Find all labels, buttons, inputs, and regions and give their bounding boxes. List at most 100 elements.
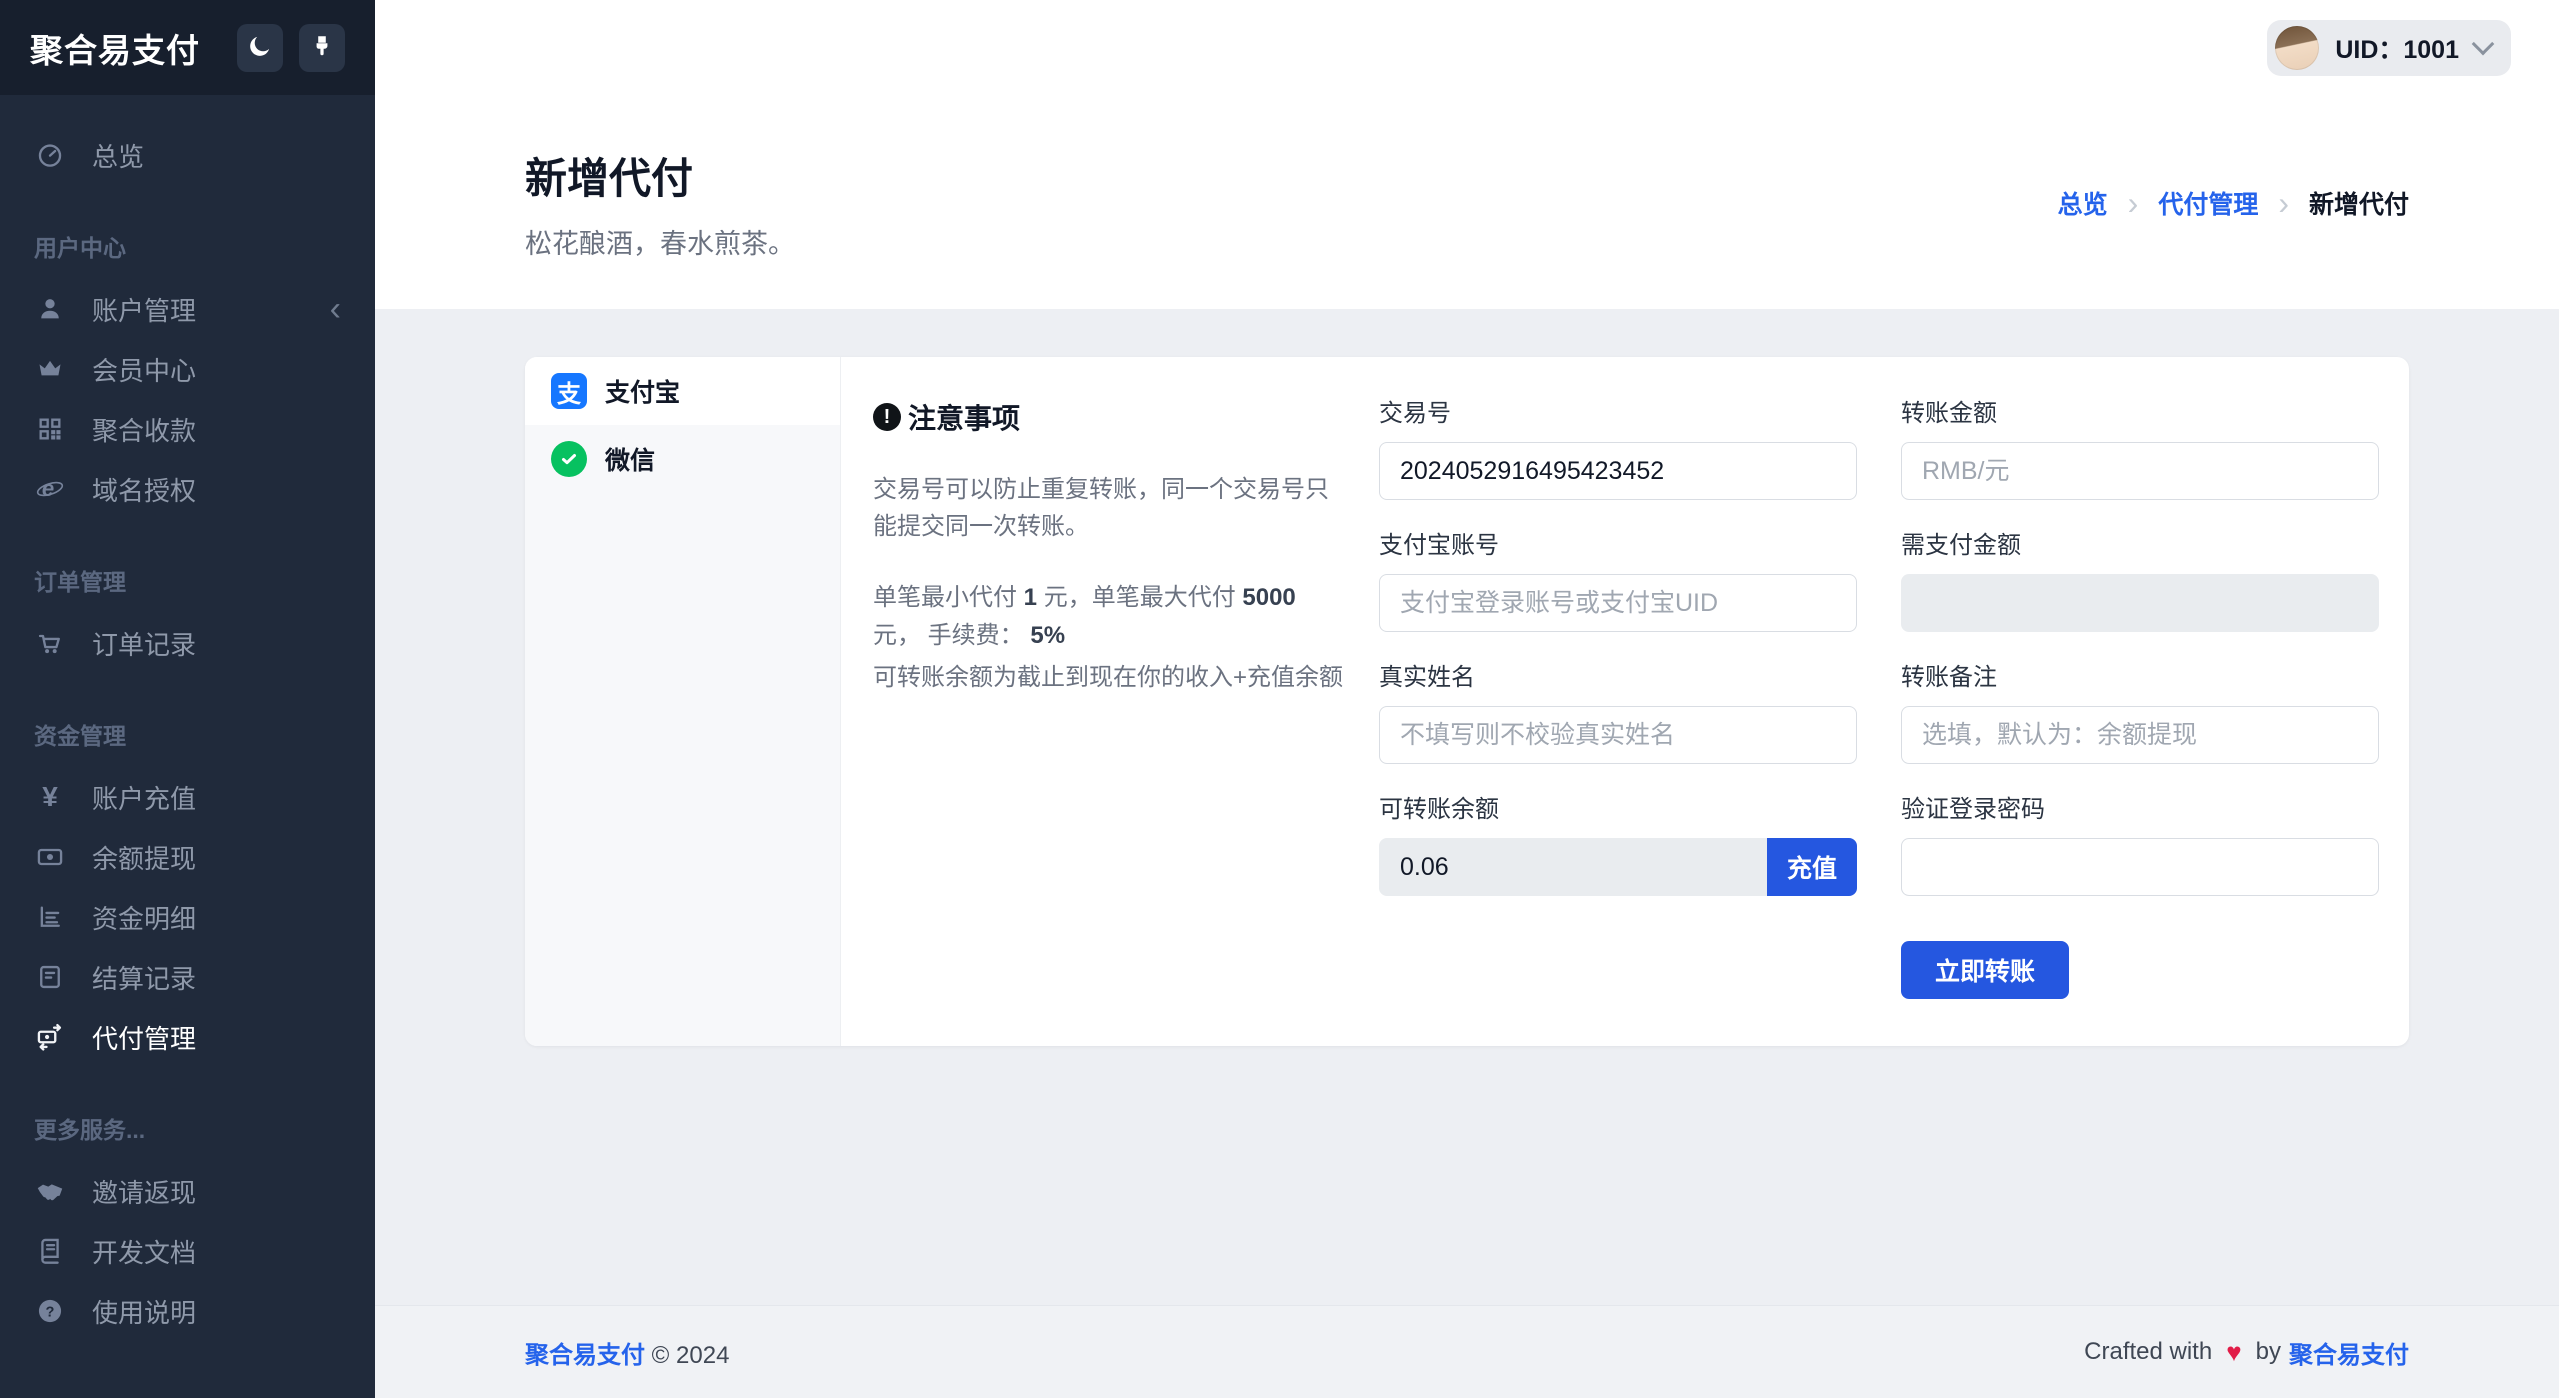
notice-title: ! 注意事项: [873, 397, 1343, 437]
alipay-account-field-group: 支付宝账号: [1379, 525, 1857, 632]
amount-label: 转账金额: [1901, 393, 2379, 428]
question-icon: ?: [34, 1295, 66, 1327]
sidebar-item-overview[interactable]: 总览: [0, 125, 375, 185]
page-header: 新增代付 松花酿酒，春水煎茶。 总览 › 代付管理 › 新增代付: [375, 95, 2559, 309]
real-name-field-group: 真实姓名: [1379, 657, 1857, 764]
card-body: ! 注意事项 交易号可以防止重复转账，同一个交易号只能提交同一次转账。 单笔最小…: [841, 357, 2409, 1046]
sidebar-item-domain-authorization[interactable]: e 域名授权: [0, 459, 375, 519]
alipay-account-input[interactable]: [1379, 574, 1857, 632]
theme-brush-button[interactable]: [299, 24, 345, 72]
trade-number-field-group: 交易号: [1379, 393, 1857, 500]
submit-transfer-button[interactable]: 立即转账: [1901, 941, 2069, 999]
sidebar-item-balance-withdrawal[interactable]: 余额提现: [0, 827, 375, 887]
sidebar-item-label: 账户充值: [92, 779, 196, 816]
remark-label: 转账备注: [1901, 657, 2379, 692]
exclamation-icon: !: [873, 403, 901, 431]
uid-label: UID：1001: [2335, 30, 2459, 66]
trade-number-input[interactable]: [1379, 442, 1857, 500]
alipay-icon: 支: [551, 373, 587, 409]
app-root: 聚合易支付 总览 用户中心 账户管理 ‹: [0, 0, 2559, 1398]
footer-copyright: 聚合易支付 © 2024: [525, 1335, 729, 1370]
sidebar-item-invite-cashback[interactable]: 邀请返现: [0, 1161, 375, 1221]
sidebar-item-aggregate-collection[interactable]: 聚合收款: [0, 399, 375, 459]
sidebar-item-label: 订单记录: [92, 625, 196, 662]
page-subtitle: 松花酿酒，春水煎茶。: [525, 222, 795, 261]
handshake-icon: [34, 1175, 66, 1207]
sidebar: 聚合易支付 总览 用户中心 账户管理 ‹: [0, 0, 375, 1398]
avatar: [2275, 26, 2319, 70]
amount-field-group: 转账金额: [1901, 393, 2379, 500]
payment-method-tabs: 支 支付宝 微信: [525, 357, 841, 1046]
moon-icon: [247, 33, 273, 62]
notice-paragraph-3: 可转账余额为截止到现在你的收入+充值余额: [873, 659, 1343, 696]
qrcode-icon: [34, 413, 66, 445]
sidebar-item-label: 资金明细: [92, 899, 196, 936]
form-column-right: 转账金额 需支付金额 转账备注: [1901, 393, 2379, 999]
sidebar-section-order-management: 订单管理: [0, 563, 375, 597]
book-icon: [34, 1235, 66, 1267]
main-area: UID：1001 新增代付 松花酿酒，春水煎茶。 总览 › 代付管理 › 新增代…: [375, 0, 2559, 1398]
notice-panel: ! 注意事项 交易号可以防止重复转账，同一个交易号只能提交同一次转账。 单笔最小…: [873, 393, 1343, 1016]
user-menu[interactable]: UID：1001: [2267, 20, 2511, 76]
sidebar-section-user-center: 用户中心: [0, 229, 375, 263]
tab-label: 支付宝: [605, 373, 680, 409]
breadcrumb-overview[interactable]: 总览: [2058, 185, 2108, 221]
footer-brand-link[interactable]: 聚合易支付: [525, 1342, 645, 1369]
sidebar-item-label: 域名授权: [92, 471, 196, 508]
svg-text:?: ?: [46, 1304, 55, 1320]
uid-value: 1001: [2403, 36, 2459, 64]
balance-label: 可转账余额: [1379, 789, 1857, 824]
notice-paragraph-2: 单笔最小代付 1 元，单笔最大代付 5000 元， 手续费： 5%: [873, 579, 1343, 653]
crown-icon: [34, 353, 66, 385]
sidebar-nav: 总览 用户中心 账户管理 ‹ 会员中心 聚合收款 e 域名授权 订单管理: [0, 95, 375, 1398]
sidebar-item-order-records[interactable]: 订单记录: [0, 613, 375, 673]
sidebar-item-label: 聚合收款: [92, 411, 196, 448]
topbar: UID：1001: [375, 0, 2559, 95]
transfer-icon: [34, 1021, 66, 1053]
sidebar-item-funds-detail[interactable]: 资金明细: [0, 887, 375, 947]
notice-paragraph-1: 交易号可以防止重复转账，同一个交易号只能提交同一次转账。: [873, 471, 1343, 545]
pay-amount-input: [1901, 574, 2379, 632]
chevron-right-icon: ›: [2278, 187, 2289, 219]
explorer-icon: e: [34, 473, 66, 505]
dark-mode-button[interactable]: [237, 24, 283, 72]
sidebar-item-dev-docs[interactable]: 开发文档: [0, 1221, 375, 1281]
sidebar-header: 聚合易支付: [0, 0, 375, 95]
app-logo: 聚合易支付: [30, 24, 200, 72]
sidebar-item-usage-guide[interactable]: ? 使用说明: [0, 1281, 375, 1341]
page-title: 新增代付: [525, 145, 795, 206]
sidebar-item-label: 会员中心: [92, 351, 196, 388]
theme-actions: [237, 24, 345, 72]
brush-icon: [309, 33, 335, 62]
sidebar-item-label: 使用说明: [92, 1293, 196, 1330]
footer: 聚合易支付 © 2024 Crafted with ♥ by 聚合易支付: [375, 1305, 2559, 1398]
sidebar-item-settlement-records[interactable]: 结算记录: [0, 947, 375, 1007]
password-field-group: 验证登录密码: [1901, 789, 2379, 896]
sidebar-item-label: 邀请返现: [92, 1173, 196, 1210]
tab-label: 微信: [605, 441, 655, 477]
footer-brand-link-2[interactable]: 聚合易支付: [2289, 1335, 2409, 1370]
real-name-input[interactable]: [1379, 706, 1857, 764]
sidebar-item-account-management[interactable]: 账户管理 ‹: [0, 279, 375, 339]
sidebar-section-more-services: 更多服务...: [0, 1111, 375, 1145]
sidebar-item-payout-management[interactable]: 代付管理: [0, 1007, 375, 1067]
chevron-down-icon: [2472, 32, 2495, 55]
page-title-group: 新增代付 松花酿酒，春水煎茶。: [525, 145, 795, 261]
payout-form: 交易号 支付宝账号 真实姓名: [1379, 393, 2379, 1016]
sidebar-item-account-recharge[interactable]: ¥ 账户充值: [0, 767, 375, 827]
tab-alipay[interactable]: 支 支付宝: [525, 357, 840, 425]
sidebar-item-member-center[interactable]: 会员中心: [0, 339, 375, 399]
remark-input[interactable]: [1901, 706, 2379, 764]
user-icon: [34, 293, 66, 325]
tab-wechat[interactable]: 微信: [525, 425, 840, 493]
content-area: 支 支付宝 微信 ! 注意事项 交易号可以防止重复转账，同一个交易: [375, 309, 2559, 1305]
sidebar-section-funds-management: 资金管理: [0, 717, 375, 751]
breadcrumb-payout-management[interactable]: 代付管理: [2158, 185, 2258, 221]
real-name-label: 真实姓名: [1379, 657, 1857, 692]
yen-icon: ¥: [34, 781, 66, 813]
sidebar-item-label: 代付管理: [92, 1019, 196, 1056]
amount-input[interactable]: [1901, 442, 2379, 500]
password-input[interactable]: [1901, 838, 2379, 896]
sidebar-item-label: 结算记录: [92, 959, 196, 996]
recharge-button[interactable]: 充值: [1767, 838, 1857, 896]
